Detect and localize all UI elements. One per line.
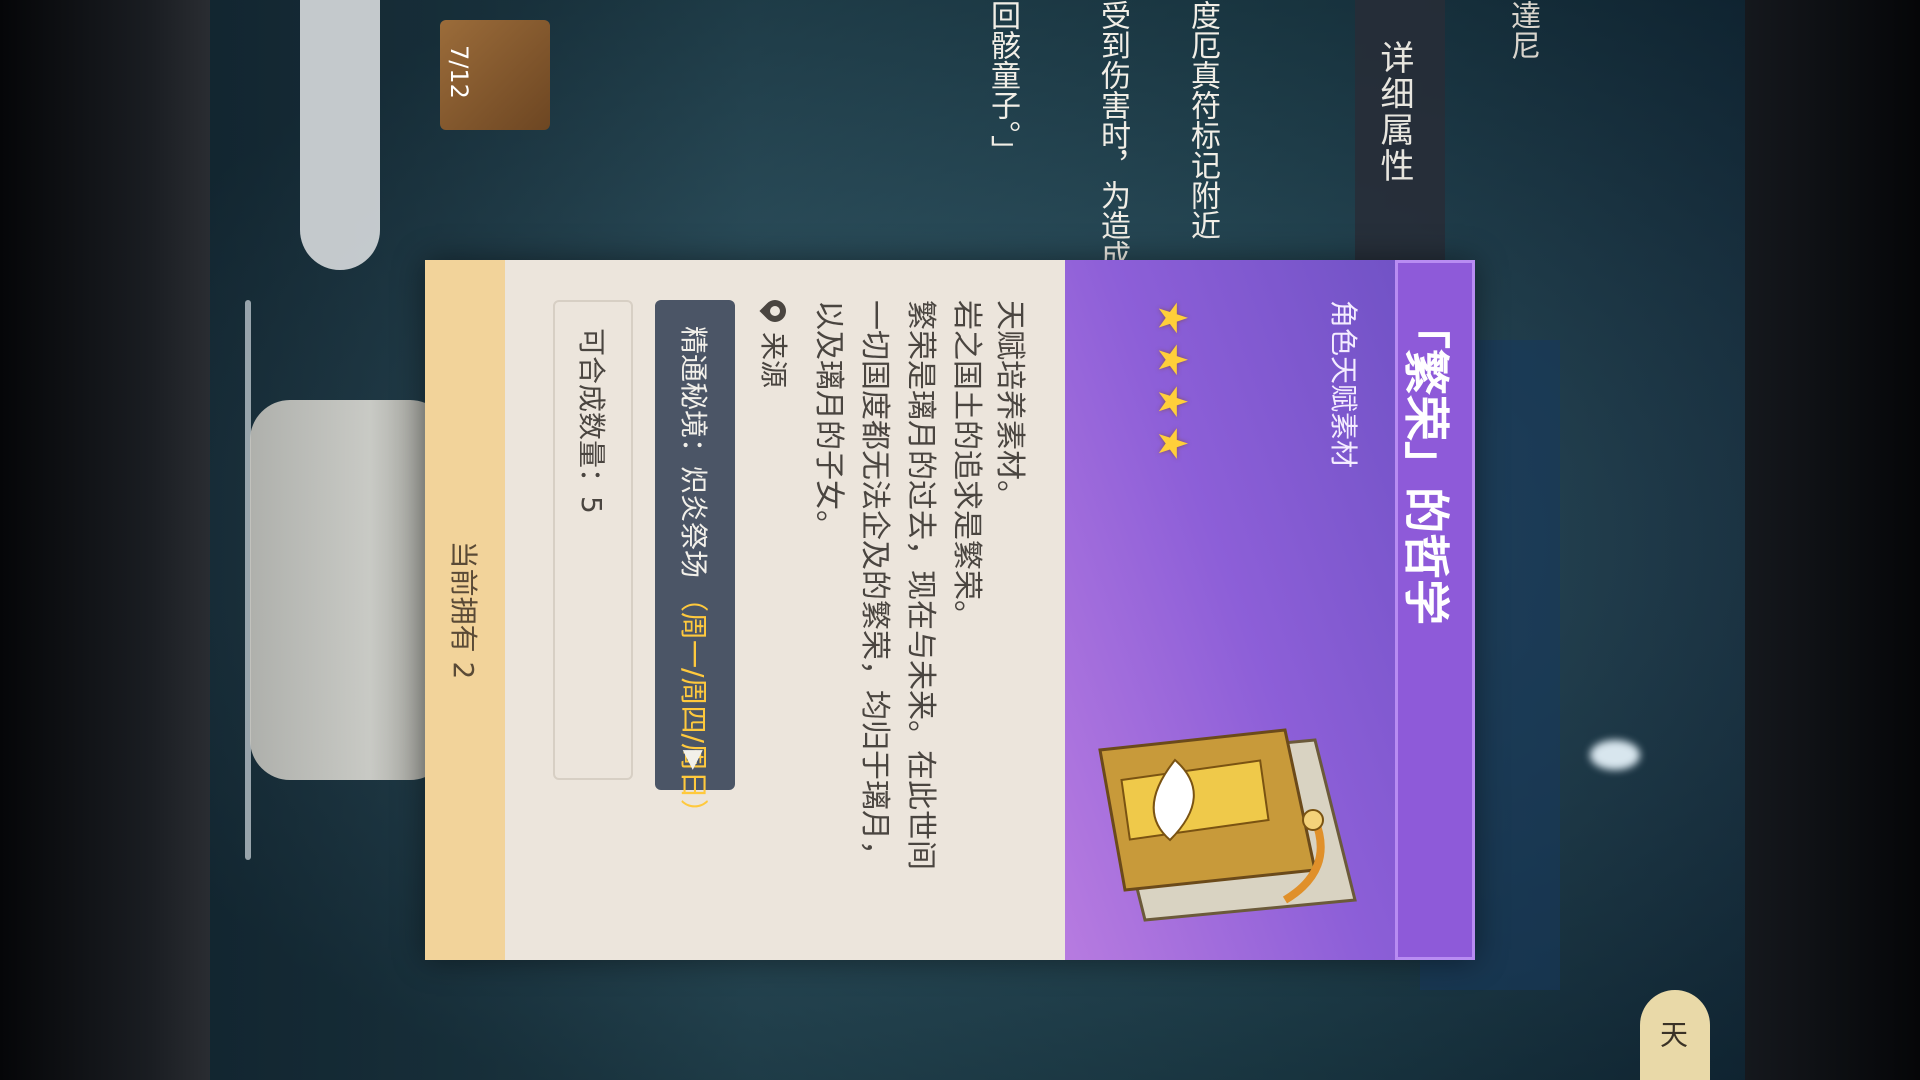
- lore-line: 一切国度都无法企及的繁荣，均归于璃月，: [857, 300, 892, 870]
- craftable-label: 可合成数量：5: [575, 328, 608, 514]
- source-label: 来源: [757, 332, 790, 389]
- photo-stage: 详细属性 達尼 度厄真符标记附近 受到伤害时，为造成 回骸童子。」 7/12 天…: [0, 0, 1920, 1080]
- card-body: 天赋培养素材。 岩之国土的追求是繁荣。 繁荣是璃月的过去，现在与未来。在此世间 …: [505, 260, 1065, 960]
- lore-line: 繁荣是璃月的过去，现在与未来。在此世间: [903, 300, 938, 870]
- bottom-action-label: 天: [1656, 1020, 1689, 1048]
- lore-line: 以及璃月的子女。: [811, 300, 846, 540]
- source-section: 来源: [755, 295, 795, 389]
- material-item-count: 7/12: [445, 45, 473, 99]
- craftable-quantity[interactable]: 可合成数量：5: [553, 300, 633, 780]
- location-pin-icon: [759, 295, 791, 327]
- bottom-action-button[interactable]: 天: [1640, 990, 1710, 1080]
- light-reflection: [1590, 740, 1640, 770]
- expand-arrow-icon: ▶: [679, 750, 709, 770]
- background-top-text: 達尼: [1505, 0, 1540, 60]
- philosophies-book-icon: [1098, 728, 1357, 922]
- detail-attributes-label: 详细属性: [1374, 40, 1414, 184]
- background-desc-line: 回骸童子。」: [985, 0, 1020, 165]
- lore-line: 岩之国土的追求是繁荣。: [949, 300, 984, 630]
- domain-days: （周一/周四/周日）: [677, 584, 710, 827]
- domain-name: 精通秘境：炽炎祭场: [677, 326, 710, 579]
- item-title: 「繁荣」的哲学: [1399, 303, 1453, 625]
- level-up-button[interactable]: [300, 0, 380, 270]
- item-lore: 岩之国土的追求是繁荣。 繁荣是璃月的过去，现在与未来。在此世间 一切国度都无法企…: [805, 300, 989, 940]
- card-title-bar: 「繁荣」的哲学: [1395, 260, 1475, 960]
- item-type-description: 天赋培养素材。: [992, 300, 1027, 510]
- background-desc-line: 受到伤害时，为造成: [1095, 0, 1130, 270]
- monitor-bezel-right: [1745, 0, 1920, 1080]
- item-category: 角色天赋素材: [1327, 300, 1360, 469]
- item-detail-card: 「繁荣」的哲学 角色天赋素材 ★★★★ 天赋培养素材。 岩之国土的追求是繁荣。 …: [425, 260, 1475, 960]
- card-header: 「繁荣」的哲学 角色天赋素材 ★★★★: [1065, 260, 1475, 960]
- domain-source-button[interactable]: 精通秘境：炽炎祭场 （周一/周四/周日） ▶: [655, 300, 735, 827]
- character-model: [250, 400, 450, 780]
- monitor-bezel-left: [0, 0, 215, 1080]
- owned-count-bar: 当前拥有 2: [425, 260, 505, 960]
- background-desc-line: 度厄真符标记附近: [1185, 0, 1220, 240]
- owned-count: 当前拥有 2: [447, 540, 480, 680]
- rarity-stars: ★★★★: [1149, 300, 1195, 468]
